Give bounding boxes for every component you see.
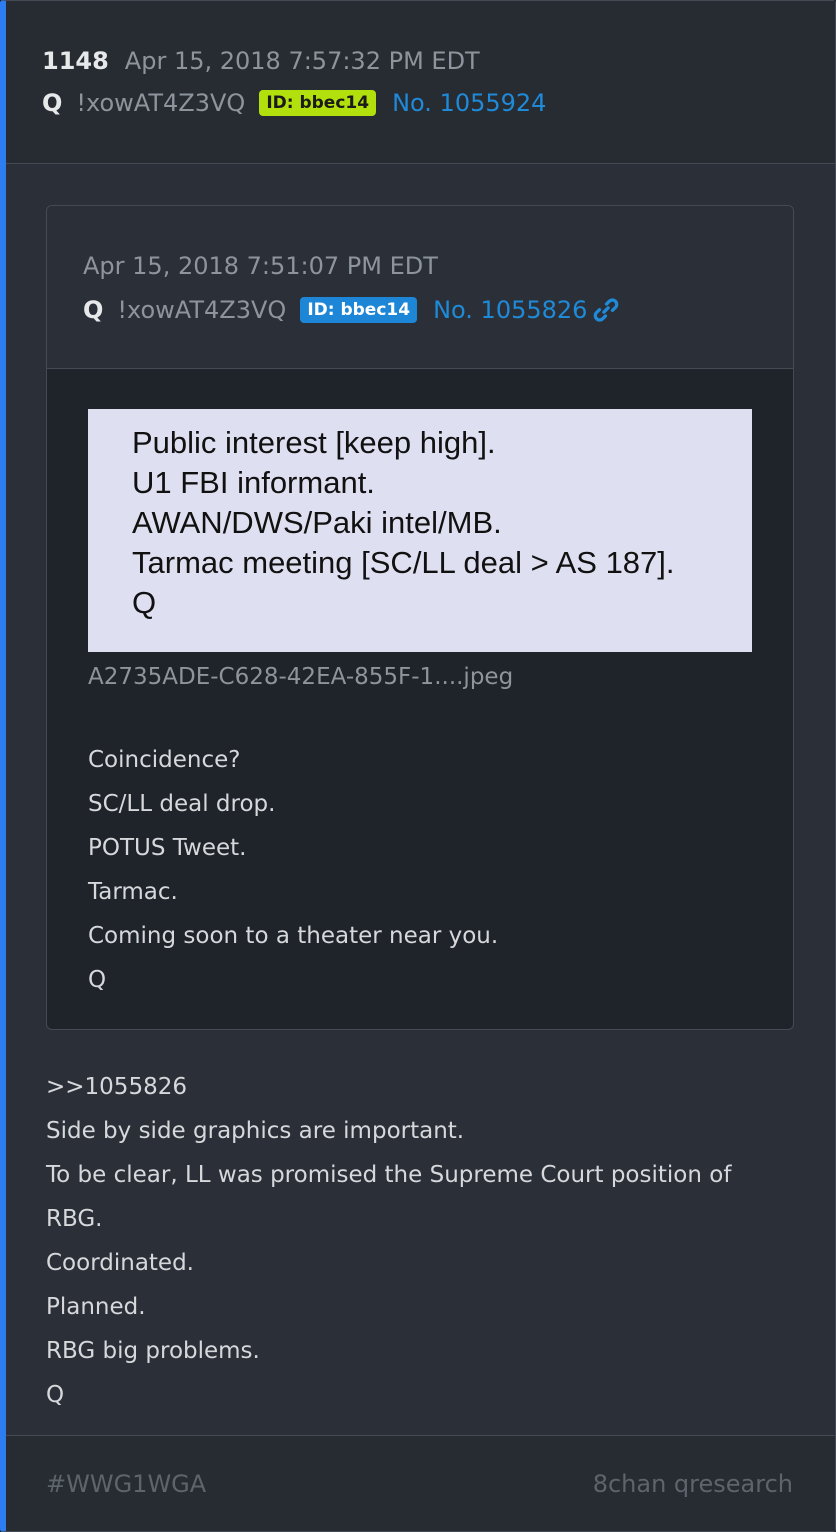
post-date: Apr 15, 2018 7:57:32 PM EDT	[124, 47, 480, 75]
image-text-line: Tarmac meeting [SC/LL deal > AS 187].	[132, 545, 675, 580]
body-line: Tarmac.	[88, 879, 178, 905]
body-line: SC/LL deal drop.	[88, 791, 276, 817]
body-line: Side by side graphics are important.	[46, 1118, 465, 1144]
body-line: Q	[46, 1382, 65, 1408]
body-line: Coordinated.	[46, 1250, 194, 1276]
quoted-post-date: Apr 15, 2018 7:51:07 PM EDT	[83, 252, 438, 280]
quoted-post-body: Coincidence? SC/LL deal drop. POTUS Twee…	[88, 738, 498, 1002]
quoted-post: Apr 15, 2018 7:51:07 PM EDT Q !xowAT4Z3V…	[46, 205, 794, 1030]
quoted-post-number-link[interactable]: No. 1055826	[433, 296, 587, 324]
post-card: 1148 Apr 15, 2018 7:57:32 PM EDT Q !xowA…	[0, 0, 836, 1532]
body-line: Q	[88, 967, 107, 993]
quoted-post-tripcode: !xowAT4Z3VQ	[117, 296, 287, 324]
image-filename[interactable]: A2735ADE-C628-42EA-855F-1....jpeg	[88, 664, 513, 690]
body-line: Coming soon to a theater near you.	[88, 923, 499, 949]
body-line: Coincidence?	[88, 747, 241, 773]
image-text-line: U1 FBI informant.	[132, 465, 375, 500]
id-badge: ID: bbec14	[259, 90, 377, 116]
image-text-line: Public interest [keep high].	[132, 425, 496, 460]
post-author: Q	[42, 89, 63, 117]
body-line: POTUS Tweet.	[88, 835, 247, 861]
link-icon[interactable]	[593, 297, 619, 323]
image-text-line: AWAN/DWS/Paki intel/MB.	[132, 505, 502, 540]
hashtag: #WWG1WGA	[46, 1469, 207, 1498]
quoted-post-header: Apr 15, 2018 7:51:07 PM EDT Q !xowAT4Z3V…	[47, 206, 793, 369]
post-header: 1148 Apr 15, 2018 7:57:32 PM EDT Q !xowA…	[6, 1, 835, 164]
body-line: RBG.	[46, 1206, 103, 1232]
body-line: RBG big problems.	[46, 1338, 260, 1364]
source-label: 8chan qresearch	[592, 1469, 793, 1498]
post-number: 1148	[42, 47, 109, 75]
body-line: To be clear, LL was promised the Supreme…	[46, 1162, 732, 1188]
quoted-id-badge: ID: bbec14	[300, 297, 418, 323]
image-text-line: Q	[132, 585, 157, 620]
body-line: Planned.	[46, 1294, 146, 1320]
post-body: >>1055826 Side by side graphics are impo…	[46, 1065, 806, 1417]
post-number-link[interactable]: No. 1055924	[392, 89, 546, 117]
quoted-post-author: Q	[83, 296, 104, 324]
reply-link[interactable]: >>1055826	[46, 1065, 806, 1109]
post-tripcode: !xowAT4Z3VQ	[76, 89, 246, 117]
post-footer: #WWG1WGA 8chan qresearch	[6, 1435, 835, 1531]
attached-image[interactable]: Public interest [keep high]. U1 FBI info…	[88, 409, 752, 652]
